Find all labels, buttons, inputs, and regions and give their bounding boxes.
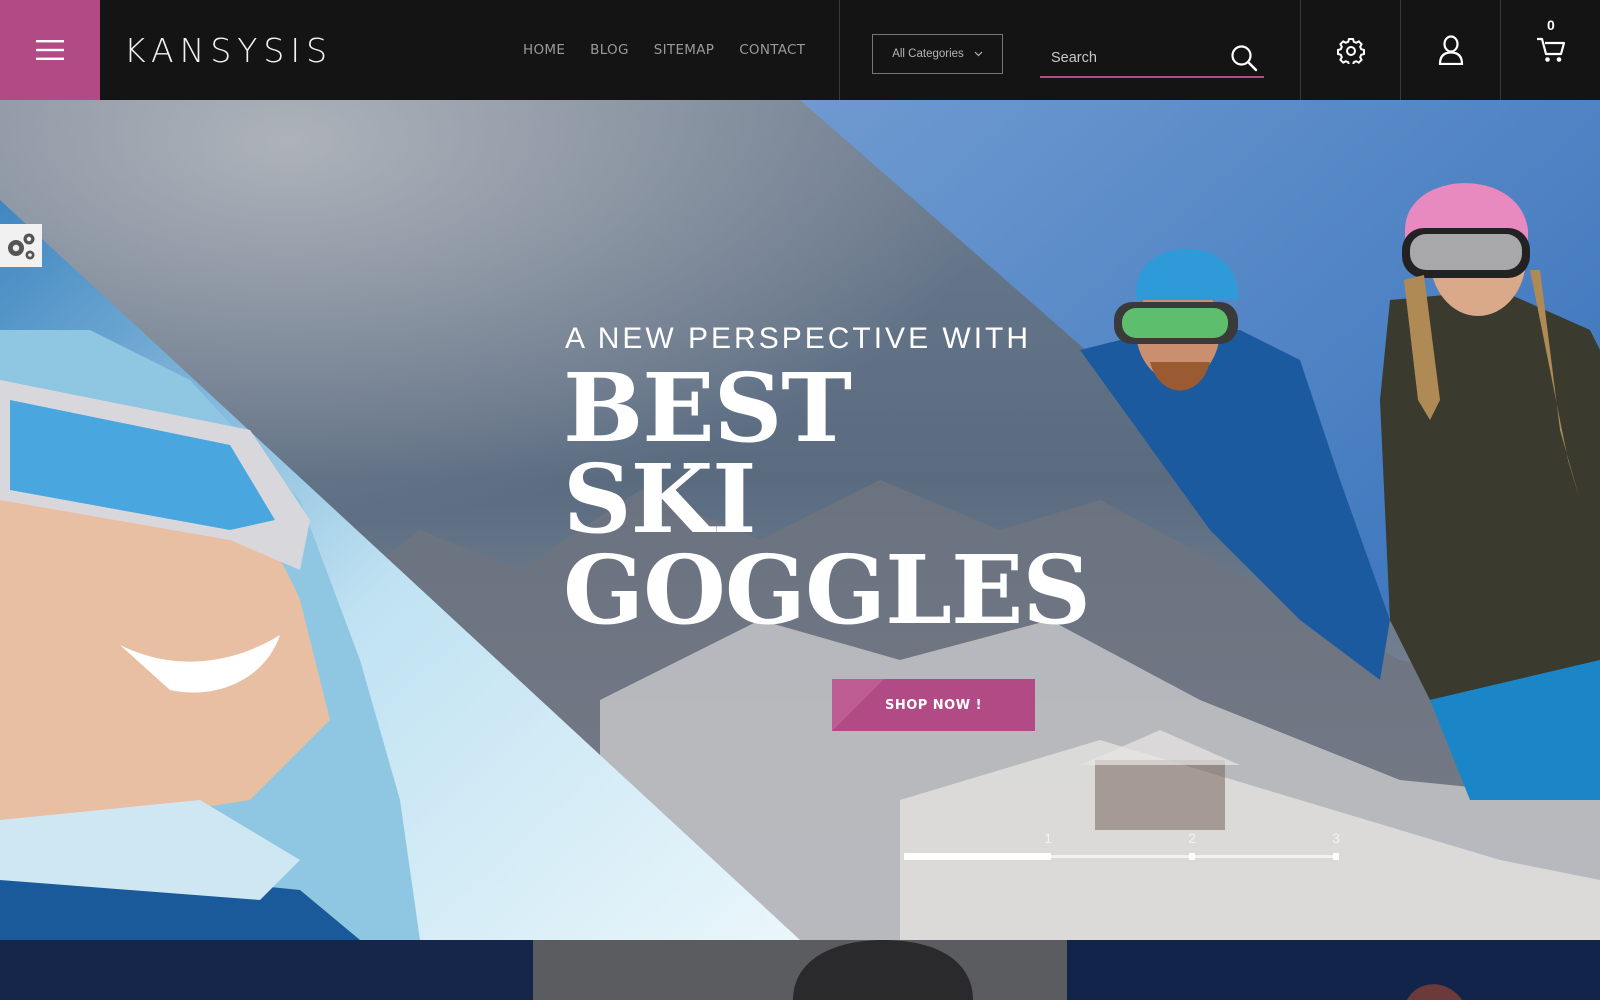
shop-now-button[interactable]: SHOP NOW ! bbox=[832, 679, 1035, 731]
banner-image bbox=[1407, 984, 1462, 1000]
menu-button[interactable] bbox=[0, 0, 100, 100]
main-nav: HOME BLOG SITEMAP CONTACT bbox=[523, 0, 805, 100]
promo-banner-2[interactable] bbox=[533, 940, 1067, 1000]
cart-button[interactable] bbox=[1501, 0, 1600, 100]
search-box bbox=[1040, 40, 1264, 78]
helmet-image bbox=[793, 940, 973, 1000]
category-select-value: All Categories bbox=[892, 48, 964, 60]
promo-banner-3[interactable] bbox=[1067, 940, 1600, 1000]
hero-slider: A NEW PERSPECTIVE WITH BEST SKI GOGGLES … bbox=[0, 100, 1600, 940]
hamburger-icon bbox=[36, 40, 64, 60]
gears-icon bbox=[8, 233, 35, 259]
site-header: KANSYSIS HOME BLOG SITEMAP CONTACT All C… bbox=[0, 0, 1600, 100]
hero-title: BEST SKI GOGGLES bbox=[563, 353, 1091, 646]
nav-link-blog[interactable]: BLOG bbox=[590, 42, 629, 58]
hero-title-line: SKI bbox=[563, 444, 757, 555]
promo-banners bbox=[0, 940, 1600, 1000]
search-button[interactable] bbox=[1228, 41, 1260, 75]
chevron-down-icon bbox=[974, 51, 983, 57]
nav-link-contact[interactable]: CONTACT bbox=[739, 42, 805, 58]
header-divider bbox=[839, 0, 840, 100]
search-icon bbox=[1231, 45, 1258, 72]
hero-title-line: GOGGLES bbox=[563, 535, 1091, 646]
shop-now-label: SHOP NOW ! bbox=[884, 697, 983, 713]
user-icon bbox=[1438, 35, 1463, 65]
search-input[interactable] bbox=[1040, 40, 1230, 76]
nav-link-sitemap[interactable]: SITEMAP bbox=[654, 42, 714, 58]
nav-link-home[interactable]: HOME bbox=[523, 42, 565, 58]
style-panel-toggle[interactable] bbox=[0, 224, 42, 267]
slide-number: 3 bbox=[1332, 830, 1340, 846]
slider-pagination: 1 2 3 bbox=[904, 828, 1340, 860]
settings-button[interactable] bbox=[1301, 0, 1400, 100]
cart-count-badge: 0 bbox=[1547, 17, 1555, 33]
cart-icon bbox=[1536, 37, 1565, 62]
category-select[interactable]: All Categories bbox=[872, 34, 1003, 74]
promo-banner-1[interactable] bbox=[0, 940, 533, 1000]
slide-dot-2[interactable]: 2 bbox=[1048, 828, 1196, 860]
account-button[interactable] bbox=[1401, 0, 1500, 100]
slide-dot-1[interactable]: 1 bbox=[904, 828, 1052, 860]
hero-subtitle: A NEW PERSPECTIVE WITH bbox=[565, 322, 1032, 355]
site-logo[interactable]: KANSYSIS bbox=[124, 30, 333, 70]
hero-title-line: BEST bbox=[563, 353, 852, 464]
gear-icon bbox=[1336, 38, 1365, 64]
slide-dot-3[interactable]: 3 bbox=[1192, 828, 1340, 860]
